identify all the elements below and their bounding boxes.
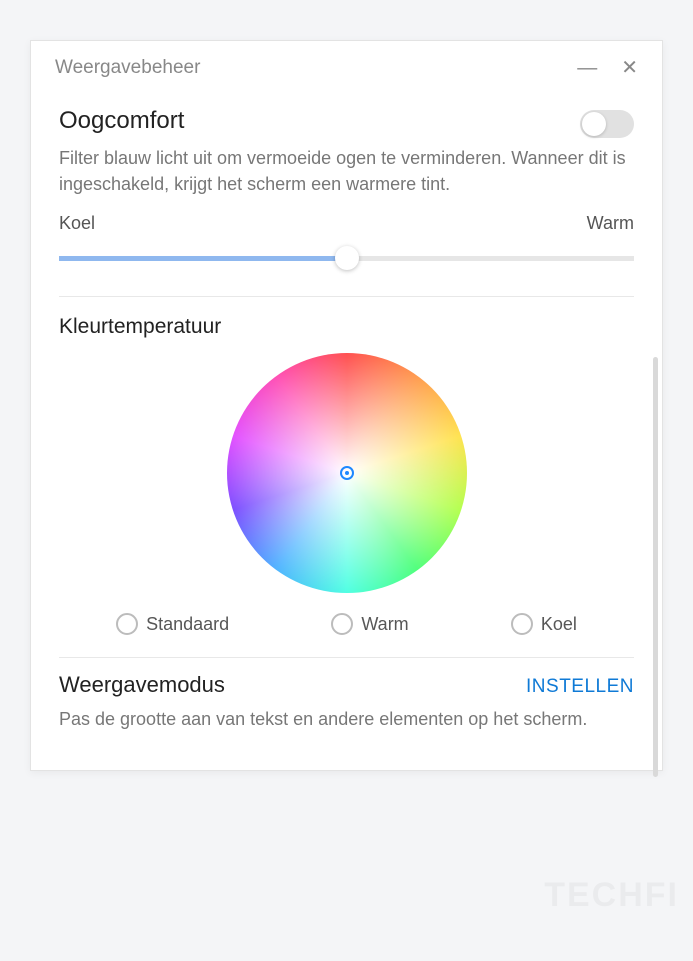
eye-comfort-title: Oogcomfort — [59, 107, 580, 135]
radio-icon — [116, 613, 138, 635]
eye-comfort-toggle[interactable] — [580, 110, 634, 138]
display-mode-set-button[interactable]: INSTELLEN — [526, 676, 634, 698]
radio-option-cool[interactable]: Koel — [511, 613, 577, 635]
radio-option-warm[interactable]: Warm — [331, 613, 408, 635]
slider-label-warm: Warm — [587, 213, 634, 234]
eye-comfort-description: Filter blauw licht uit om vermoeide ogen… — [59, 145, 634, 197]
display-mode-row: Weergavemodus INSTELLEN — [59, 672, 634, 698]
display-mode-title: Weergavemodus — [59, 672, 526, 698]
warmth-slider[interactable] — [59, 242, 634, 274]
radio-label: Standaard — [146, 614, 229, 635]
radio-label: Koel — [541, 614, 577, 635]
radio-icon — [331, 613, 353, 635]
color-wheel[interactable] — [227, 353, 467, 593]
close-button[interactable]: ✕ — [621, 58, 638, 78]
color-wheel-picker-icon[interactable] — [340, 466, 354, 480]
radio-label: Warm — [361, 614, 408, 635]
scrollbar[interactable] — [653, 357, 658, 777]
minimize-button[interactable]: — — [577, 58, 597, 78]
slider-labels: Koel Warm — [59, 213, 634, 234]
color-temperature-title: Kleurtemperatuur — [59, 315, 634, 339]
titlebar: Weergavebeheer — ✕ — [31, 57, 662, 87]
toggle-knob — [582, 112, 606, 136]
radio-option-standard[interactable]: Standaard — [116, 613, 229, 635]
eye-comfort-header-row: Oogcomfort — [59, 103, 634, 145]
slider-fill — [59, 256, 347, 261]
color-wheel-area — [59, 353, 634, 593]
divider — [59, 657, 634, 658]
slider-label-cool: Koel — [59, 213, 95, 234]
display-mode-description: Pas de grootte aan van tekst en andere e… — [59, 706, 634, 732]
color-temp-options: Standaard Warm Koel — [65, 613, 628, 635]
divider — [59, 296, 634, 297]
window-title: Weergavebeheer — [55, 57, 553, 79]
watermark: TECHFI — [544, 876, 679, 915]
display-management-window: Weergavebeheer — ✕ Oogcomfort Filter bla… — [30, 40, 663, 771]
radio-icon — [511, 613, 533, 635]
content-area: Oogcomfort Filter blauw licht uit om ver… — [31, 87, 662, 770]
slider-thumb[interactable] — [335, 246, 359, 270]
